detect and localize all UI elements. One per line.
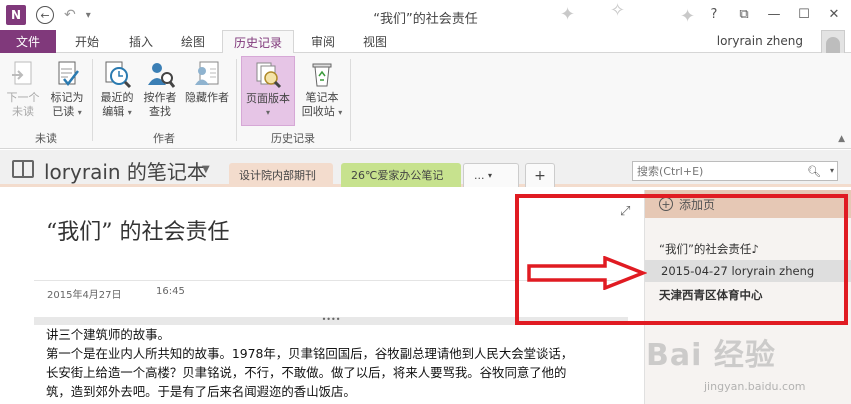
chevron-down-icon: ▾ bbox=[488, 171, 493, 180]
tab-home[interactable]: 开始 bbox=[64, 30, 110, 53]
note-line: 筑，造到郊外去吧。于是有了后来名闻遐迩的香山饭店。 bbox=[46, 384, 356, 399]
next-unread-icon bbox=[8, 59, 38, 89]
page-date: 2015年4月27日 bbox=[47, 290, 122, 301]
search-scope-dropdown-icon[interactable]: ▾ bbox=[830, 166, 834, 175]
note-line: 讲三个建筑师的故事。 bbox=[46, 327, 170, 342]
group-label-history: 历史记录 bbox=[271, 132, 315, 145]
ribbon-history: 下一个 未读 标记为 已读 ▾ 未读 最近的 编辑 ▾ 按作者 查找 隐藏作者 … bbox=[0, 53, 851, 149]
annotation-arrow-icon bbox=[527, 256, 647, 290]
group-label-authors: 作者 bbox=[153, 132, 175, 145]
next-unread-button[interactable]: 下一个 未读 bbox=[5, 59, 41, 119]
authors-icon bbox=[192, 59, 222, 89]
group-divider bbox=[92, 59, 93, 141]
dropdown-icon: ▾ bbox=[77, 108, 82, 117]
section-tab-office-notes[interactable]: 26℃爱家办公笔记 bbox=[341, 163, 461, 187]
find-by-author-button[interactable]: 按作者 查找 bbox=[140, 59, 180, 119]
recent-edits-button[interactable]: 最近的 编辑 ▾ bbox=[97, 59, 137, 120]
tab-file[interactable]: 文件 bbox=[0, 30, 56, 53]
recycle-bin-icon bbox=[307, 59, 337, 89]
notebook-bar: loryrain 的笔记本 ▼ 设计院内部期刊 26℃爱家办公笔记 ... ▾ … bbox=[0, 150, 851, 187]
mark-read-icon bbox=[52, 59, 82, 89]
tab-insert[interactable]: 插入 bbox=[118, 30, 164, 53]
section-tab-design-journal[interactable]: 设计院内部期刊 bbox=[229, 163, 333, 187]
tab-history[interactable]: 历史记录 bbox=[222, 30, 294, 54]
help-icon[interactable]: ? bbox=[701, 4, 727, 24]
tab-view[interactable]: 视图 bbox=[352, 30, 398, 53]
add-section-button[interactable]: + bbox=[525, 163, 555, 187]
search-icon[interactable]: 🔍︎ bbox=[807, 165, 821, 178]
page-versions-button[interactable]: 页面版本 ▾ bbox=[241, 56, 295, 126]
group-label-unread: 未读 bbox=[35, 132, 57, 145]
group-divider bbox=[350, 59, 351, 141]
avatar[interactable] bbox=[821, 30, 845, 54]
collapse-ribbon-icon[interactable]: ▲ bbox=[838, 134, 845, 144]
note-line: 长安街上给造一个高楼？贝聿铭说，不行，不敢做。做了以后，将来人要骂我。谷牧同意了… bbox=[46, 365, 567, 380]
bird-decoration-icon: ✧ bbox=[610, 0, 626, 21]
search-box: 🔍︎ ▾ bbox=[632, 161, 838, 181]
restore-ribbon-icon[interactable]: ⧉ bbox=[731, 4, 757, 24]
page-title[interactable]: “我们” 的社会责任 bbox=[46, 214, 230, 246]
minimize-icon[interactable]: — bbox=[761, 4, 787, 24]
section-tab-more[interactable]: ... ▾ bbox=[463, 163, 519, 187]
author-search-icon bbox=[145, 59, 176, 89]
group-divider bbox=[236, 59, 237, 141]
dropdown-icon: ▾ bbox=[338, 108, 343, 117]
tab-draw[interactable]: 绘图 bbox=[170, 30, 216, 53]
dropdown-icon: ▾ bbox=[127, 108, 132, 117]
title-bar: N ← ↶ ▾ “我们”的社会责任 ✦ ✧ ✦ ? ⧉ — ☐ ✕ bbox=[0, 0, 851, 30]
dropdown-icon: ▾ bbox=[265, 108, 270, 117]
bird-decoration-icon: ✦ bbox=[680, 6, 696, 27]
close-icon[interactable]: ✕ bbox=[821, 4, 847, 24]
chevron-down-icon[interactable]: ▼ bbox=[202, 164, 210, 175]
page-time: 16:45 bbox=[156, 286, 185, 297]
ribbon-tab-bar: 文件 开始 插入 绘图 历史记录 审阅 视图 loryrain zheng bbox=[0, 30, 851, 54]
notebook-icon[interactable] bbox=[12, 160, 34, 178]
user-name[interactable]: loryrain zheng bbox=[717, 34, 803, 48]
search-input[interactable] bbox=[637, 164, 805, 178]
note-container[interactable]: 讲三个建筑师的故事。 第一个是在业内人所共知的故事。1978年，贝聿铭回国后，谷… bbox=[34, 325, 634, 401]
page-versions-icon bbox=[253, 60, 283, 90]
maximize-icon[interactable]: ☐ bbox=[791, 4, 817, 24]
window-controls: ? ⧉ — ☐ ✕ bbox=[701, 4, 847, 24]
note-line: 第一个是在业内人所共知的故事。1978年，贝聿铭回国后，谷牧副总理请他到人民大会… bbox=[46, 346, 574, 361]
tab-review[interactable]: 审阅 bbox=[302, 30, 344, 53]
notebook-recycle-bin-button[interactable]: 笔记本 回收站 ▾ bbox=[298, 59, 346, 120]
bird-decoration-icon: ✦ bbox=[560, 4, 576, 25]
mark-as-read-button[interactable]: 标记为 已读 ▾ bbox=[47, 59, 87, 120]
clock-search-icon bbox=[102, 59, 132, 89]
hide-authors-button[interactable]: 隐藏作者 bbox=[182, 59, 232, 105]
notebook-title[interactable]: loryrain 的笔记本 bbox=[44, 156, 207, 185]
